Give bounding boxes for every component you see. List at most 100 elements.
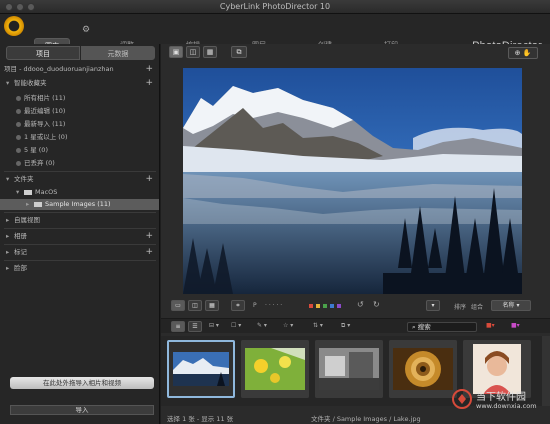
folder-label: Sample Images (11) — [45, 200, 111, 208]
rotate-left-icon[interactable]: ↺ — [357, 300, 364, 309]
section-smart-collections[interactable]: ▾ 智能收藏夹 + — [0, 78, 159, 89]
smart-item-all[interactable]: 所有相片 (11) — [0, 93, 159, 104]
section-label: 自属视图 — [14, 216, 40, 224]
view-options-icon[interactable]: ▾ — [426, 300, 440, 311]
divider — [4, 260, 156, 261]
chevron-down-icon: ▾ — [6, 79, 10, 87]
list-item-label: 最新导入 (11) — [24, 120, 66, 128]
tab-metadata[interactable]: 元数据 — [81, 46, 155, 60]
section-label: 标记 — [14, 248, 27, 256]
add-icon[interactable]: + — [145, 78, 153, 89]
main-photo[interactable] — [183, 68, 522, 294]
add-icon[interactable]: + — [145, 231, 153, 242]
collection-icon — [16, 121, 21, 127]
file-path: 文件夹 / Sample Images / Lake.jpg — [311, 415, 421, 423]
single-view-icon[interactable]: ▭ — [171, 300, 185, 311]
fullscreen-icon[interactable]: ⧉ — [231, 46, 247, 58]
grid-view-icon[interactable]: ▦ — [203, 46, 217, 58]
zoom-hand-tools[interactable]: ⊕ ✋ — [508, 47, 538, 59]
add-icon[interactable]: + — [145, 247, 153, 258]
list-item-label: 1 星或以上 (0) — [24, 133, 68, 141]
color-label-blue[interactable] — [330, 304, 334, 308]
label-filter-icon[interactable]: ■▾ — [511, 322, 520, 329]
flag-label[interactable]: P — [253, 302, 257, 309]
folder-macos[interactable]: ▾ MacOS — [0, 187, 159, 198]
thumbnail-spiral[interactable] — [389, 340, 457, 398]
compare-view-icon[interactable]: ◫ — [186, 46, 200, 58]
section-label: 相册 — [14, 232, 27, 240]
filter-icon[interactable]: ⊟ ▾ — [209, 322, 219, 329]
hand-icon[interactable]: ✋ — [523, 49, 532, 57]
thumbnail-lake[interactable] — [167, 340, 235, 398]
color-label-yellow[interactable] — [316, 304, 320, 308]
section-faces[interactable]: ▸ 脸部 — [0, 263, 159, 274]
import-drop-hint-button[interactable]: 在此处外拖导入相片和视频 — [10, 377, 154, 389]
search-icon: ⌕ — [412, 323, 416, 331]
grid-view-icon[interactable]: ▦ — [205, 300, 219, 311]
collection-icon — [16, 134, 21, 140]
title-bar: CyberLink PhotoDirector 10 — [0, 0, 550, 14]
stack-icon[interactable]: ⧉ ▾ — [341, 322, 350, 330]
collection-icon — [16, 160, 21, 166]
color-filter-icon[interactable]: ■▾ — [486, 322, 495, 329]
zoom-icon[interactable]: ⊕ — [515, 49, 521, 57]
divider — [4, 228, 156, 229]
search-input[interactable]: ⌕ 搜索 — [407, 322, 477, 332]
chevron-down-icon: ▾ — [16, 188, 20, 196]
list-item-label: 5 星 (0) — [24, 146, 48, 154]
thumbnail-street[interactable] — [315, 340, 383, 398]
side-by-side-icon[interactable]: ◫ — [188, 300, 202, 311]
add-icon[interactable]: + — [145, 64, 153, 75]
tab-project[interactable]: 项目 — [6, 46, 80, 60]
rating-filter-icon[interactable]: ☆ ▾ — [283, 322, 293, 329]
section-custom-views[interactable]: ▸ 自属视图 — [0, 215, 159, 226]
thumbnail-image — [389, 340, 457, 398]
color-label-red[interactable] — [309, 304, 313, 308]
section-albums[interactable]: ▸ 相册 + — [0, 231, 159, 242]
sort-order-icon[interactable]: ⇅ ▾ — [313, 322, 323, 329]
chevron-right-icon: ▸ — [6, 232, 10, 240]
folder-icon — [34, 201, 42, 207]
section-label: 智能收藏夹 — [14, 79, 47, 87]
list-item-label: 最近编辑 (10) — [24, 107, 66, 115]
section-label: 文件夹 — [14, 175, 34, 183]
add-icon[interactable]: + — [145, 174, 153, 185]
chevron-right-icon: ▸ — [6, 248, 10, 256]
rotate-right-icon[interactable]: ↻ — [373, 300, 380, 309]
app-logo — [4, 16, 24, 36]
collection-icon — [16, 95, 21, 101]
pen-icon[interactable]: ✎ ▾ — [257, 322, 267, 329]
sort-select[interactable]: 名称 ▾ — [491, 300, 531, 311]
smart-item-five-star[interactable]: 5 星 (0) — [0, 145, 159, 156]
color-label-green[interactable] — [323, 304, 327, 308]
collection-icon — [16, 147, 21, 153]
smart-item-recent-edited[interactable]: 最近编辑 (10) — [0, 106, 159, 117]
section-folders[interactable]: ▾ 文件夹 + — [0, 174, 159, 185]
project-label: 项目 - ddooo_duoduoruanjianzhan + — [0, 64, 159, 75]
folder-label: MacOS — [35, 188, 58, 196]
smart-item-one-star[interactable]: 1 星或以上 (0) — [0, 132, 159, 143]
drive-icon — [24, 189, 32, 195]
detail-view-icon[interactable]: ☰ — [188, 321, 202, 332]
divider — [4, 212, 156, 213]
folder-sample-images[interactable]: ▸ Sample Images (11) — [0, 199, 159, 210]
sort-select-value: 名称 — [502, 302, 515, 309]
list-view-icon[interactable]: ≡ — [171, 321, 185, 332]
color-label-purple[interactable] — [337, 304, 341, 308]
section-tags[interactable]: ▸ 标记 + — [0, 247, 159, 258]
watermark-url: www.downxia.com — [476, 402, 537, 410]
smart-item-rejected[interactable]: 已丢弃 (0) — [0, 158, 159, 169]
select-icon[interactable]: ☐ ▾ — [231, 322, 241, 329]
watermark-text: 当下软件园 — [476, 392, 526, 403]
thumbnail-flowers[interactable] — [241, 340, 309, 398]
chevron-right-icon: ▸ — [6, 216, 10, 224]
thumbnail-image — [169, 342, 233, 396]
rating-stars[interactable]: · · · · · — [265, 302, 282, 309]
crop-icon[interactable]: ⌗ — [231, 300, 245, 311]
gear-icon[interactable]: ⚙ — [82, 25, 90, 35]
divider — [4, 171, 156, 172]
smart-item-recent-import[interactable]: 最新导入 (11) — [0, 119, 159, 130]
import-button[interactable]: 导入 — [10, 405, 154, 415]
loupe-view-icon[interactable]: ▣ — [169, 46, 183, 58]
photo-toolbar: ▭ ◫ ▦ ⌗ P · · · · · ↺ ↻ ▾ 排序 组合 名称 ▾ — [161, 298, 550, 314]
